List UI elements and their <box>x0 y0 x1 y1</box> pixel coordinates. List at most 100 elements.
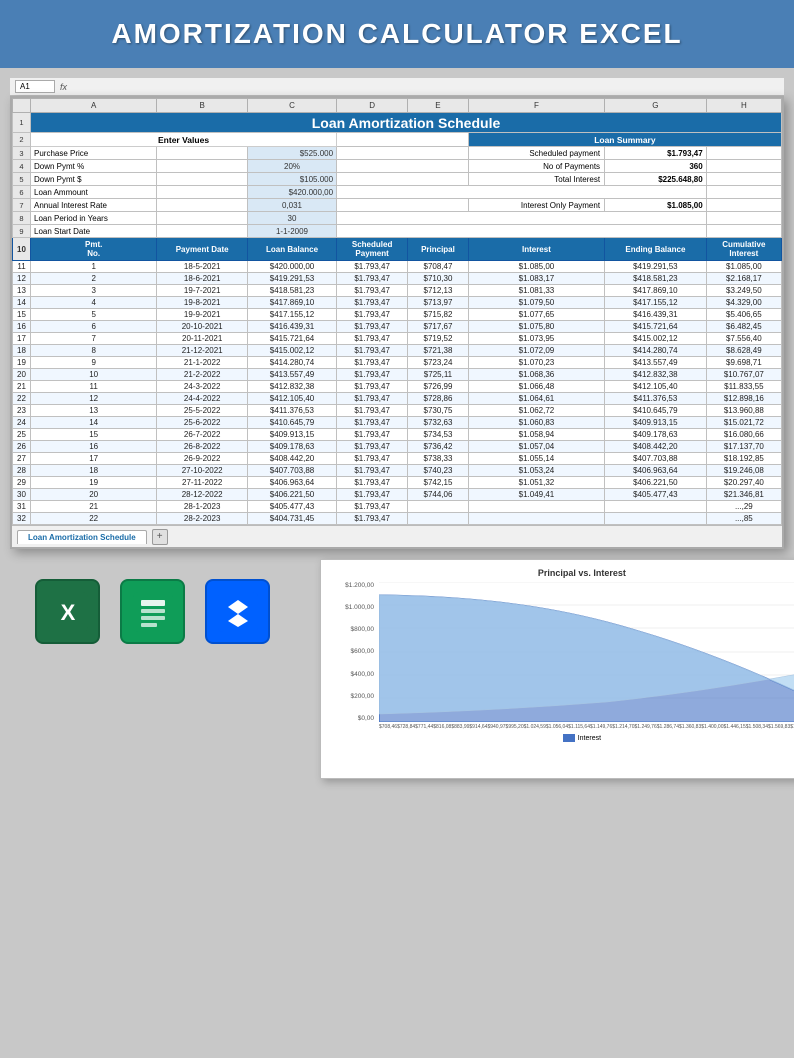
empty-6h <box>706 186 781 199</box>
col-header-row: A B C D E F G H <box>13 99 782 113</box>
table-row: 18 821-12-2021$415.002,12$1.793,47$721,3… <box>13 345 782 357</box>
rownum-2: 2 <box>13 133 31 147</box>
intonly-value: $1.085,00 <box>605 199 707 212</box>
rownum-5: 5 <box>13 173 31 186</box>
th-principal: Principal <box>408 238 469 261</box>
bottom-row: X <box>10 559 784 779</box>
sheet-tab[interactable]: Loan Amortization Schedule <box>17 530 147 544</box>
row-2: 2 Enter Values Loan Summary <box>13 133 782 147</box>
table-row: 21 1124-3-2022$412.832,38$1.793,47$726,9… <box>13 381 782 393</box>
table-header-row: 10 Pmt.No. Payment Date Loan Balance Sch… <box>13 238 782 261</box>
label-purchase: Purchase Price <box>31 147 157 160</box>
table-row: 16 620-10-2021$416.439,31$1.793,47$717,6… <box>13 321 782 333</box>
th-interest: Interest <box>468 238 604 261</box>
y-axis-labels: $1.200,00 $1.000,00 $800,00 $600,00 $400… <box>329 582 377 722</box>
col-e: E <box>408 99 469 113</box>
col-a: A <box>31 99 157 113</box>
dropbox-icon-badge[interactable] <box>205 579 270 644</box>
spreadsheet-table: A B C D E F G H 1 Loan Amortization Sche… <box>12 98 782 525</box>
intonly-label: Interest Only Payment <box>468 199 604 212</box>
row-1: 1 Loan Amortization Schedule <box>13 113 782 133</box>
empty-6 <box>337 186 707 199</box>
empty-9h <box>706 225 781 238</box>
empty-9b <box>157 225 248 238</box>
chart-svg <box>379 582 794 722</box>
table-row: 15 519-9-2021$417.155,12$1.793,47$715,82… <box>13 309 782 321</box>
val-startdate[interactable]: 1-1-2009 <box>247 225 336 238</box>
enter-values-header: Enter Values <box>31 133 337 147</box>
rownum-9: 9 <box>13 225 31 238</box>
label-loanperiod: Loan Period in Years <box>31 212 157 225</box>
table-row: 11 118-5-2021$420.000,00$1.793,47$708,47… <box>13 261 782 273</box>
val-downdollar[interactable]: $105.000 <box>247 173 336 186</box>
totalinterest-label: Total Interest <box>468 173 604 186</box>
th-pmtno: Pmt.No. <box>31 238 157 261</box>
table-row: 24 1425-6-2022$410.645,79$1.793,47$732,6… <box>13 417 782 429</box>
dropbox-svg <box>218 592 258 632</box>
x-axis-labels: $708,46 $728,84 $771,44 $816,08 $883,99 … <box>379 724 794 730</box>
cell-empty <box>157 147 248 160</box>
empty-5h <box>706 173 781 186</box>
sheets-svg <box>133 592 173 632</box>
val-loanperiod[interactable]: 30 <box>247 212 336 225</box>
rownum-10: 10 <box>13 238 31 261</box>
rownum-1: 1 <box>13 113 31 133</box>
empty-4 <box>337 160 469 173</box>
legend-interest-color <box>563 734 575 742</box>
col-f: F <box>468 99 604 113</box>
empty-7 <box>337 199 469 212</box>
table-row: 32 2228-2-2023$404.731,45$1.793,47...,85 <box>13 513 782 525</box>
rownum-3: 3 <box>13 147 31 160</box>
add-sheet-button[interactable]: + <box>152 529 168 545</box>
spreadsheet-wrapper: A B C D E F G H 1 Loan Amortization Sche… <box>10 96 784 549</box>
row-4: 4 Down Pymt % 20% No of Payments 360 <box>13 160 782 173</box>
th-schedpay: ScheduledPayment <box>337 238 408 261</box>
label-downdollar: Down Pymt $ <box>31 173 157 186</box>
chart-title: Principal vs. Interest <box>329 568 794 578</box>
row-6: 6 Loan Ammount $420.000,00 <box>13 186 782 199</box>
corner-cell <box>13 99 31 113</box>
nopayments-value: 360 <box>605 160 707 173</box>
table-row: 31 2128-1-2023$405.477,43$1.793,47...,29 <box>13 501 782 513</box>
empty-6b <box>157 186 248 199</box>
table-row: 25 1526-7-2022$409.913,15$1.793,47$734,5… <box>13 429 782 441</box>
nopayments-label: No of Payments <box>468 160 604 173</box>
sched-payment-label: Scheduled payment <box>468 147 604 160</box>
fx-label: fx <box>60 82 67 92</box>
table-row: 23 1325-5-2022$411.376,53$1.793,47$730,7… <box>13 405 782 417</box>
formula-bar: A1 fx <box>10 78 784 96</box>
col-g: G <box>605 99 707 113</box>
val-downpct[interactable]: 20% <box>247 160 336 173</box>
label-downpct: Down Pymt % <box>31 160 157 173</box>
table-row: 13 319-7-2021$418.581,23$1.793,47$712,13… <box>13 285 782 297</box>
col-d: D <box>337 99 408 113</box>
empty-5b <box>157 173 248 186</box>
label-annualrate: Annual Interest Rate <box>31 199 157 212</box>
table-row: 29 1927-11-2022$406.963,64$1.793,47$742,… <box>13 477 782 489</box>
table-row: 14 419-8-2021$417.869,10$1.793,47$713,97… <box>13 297 782 309</box>
legend-interest-label: Interest <box>578 735 601 742</box>
th-paydate: Payment Date <box>157 238 248 261</box>
spreadsheet-title: Loan Amortization Schedule <box>31 113 782 133</box>
empty-8 <box>337 212 707 225</box>
row-7: 7 Annual Interest Rate 0,031 Interest On… <box>13 199 782 212</box>
rownum-6: 6 <box>13 186 31 199</box>
empty-4h <box>706 160 781 173</box>
row-9: 9 Loan Start Date 1-1-2009 <box>13 225 782 238</box>
sheets-icon-badge[interactable] <box>120 579 185 644</box>
chart-legend: Interest <box>329 734 794 742</box>
val-purchase[interactable]: $525.000 <box>247 147 336 160</box>
val-loanamt[interactable]: $420.000,00 <box>247 186 336 199</box>
page-header: AMORTIZATION CALCULATOR EXCEL <box>0 0 794 68</box>
table-row: 12 218-6-2021$419.291,53$1.793,47$710,30… <box>13 273 782 285</box>
col-h: H <box>706 99 781 113</box>
name-box[interactable]: A1 <box>15 80 55 93</box>
svg-text:X: X <box>60 600 75 625</box>
table-row: 27 1726-9-2022$408.442,20$1.793,47$738,3… <box>13 453 782 465</box>
val-annualrate[interactable]: 0,031 <box>247 199 336 212</box>
row-5: 5 Down Pymt $ $105.000 Total Interest $2… <box>13 173 782 186</box>
row-8: 8 Loan Period in Years 30 <box>13 212 782 225</box>
excel-icon-badge[interactable]: X <box>35 579 100 644</box>
rownum-7: 7 <box>13 199 31 212</box>
table-row: 30 2028-12-2022$406.221,50$1.793,47$744,… <box>13 489 782 501</box>
